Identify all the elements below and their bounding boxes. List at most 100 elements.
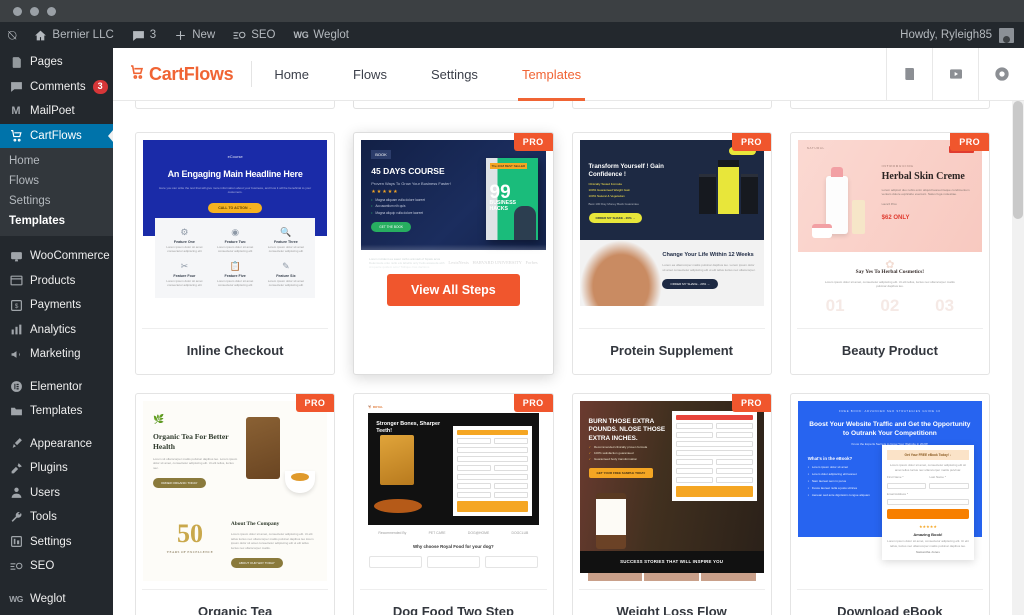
sidebar-item-users[interactable]: Users <box>0 481 113 506</box>
docs-book-icon[interactable] <box>886 48 932 101</box>
form-field-email <box>886 499 969 506</box>
sidebar-item-appearance[interactable]: Appearance <box>0 432 113 457</box>
preview-hero: ORDER NOW Transform Yourself ! Gain Conf… <box>579 140 764 240</box>
weglot-icon: WG <box>293 30 309 40</box>
preview-checkout-form <box>453 426 532 517</box>
window-minimize-dot[interactable] <box>30 6 39 16</box>
template-thumbnail: BURN THOSE EXTRA POUNDS. NLOSE THOSE EXT… <box>579 401 764 581</box>
preview-lower-cta: ORDER MY SHAKE - 20% → <box>662 279 719 290</box>
form-field <box>457 456 528 463</box>
comments-menu[interactable]: 3 <box>123 22 165 48</box>
support-lifesaver-icon[interactable] <box>978 48 1024 101</box>
sidebar-item-plugins[interactable]: Plugins <box>0 456 113 481</box>
sidebar-item-marketing[interactable]: Marketing <box>0 342 113 367</box>
cartflows-logo[interactable]: CartFlows <box>113 64 251 85</box>
form-step-1 <box>676 423 713 429</box>
preview-brands: Recommended By PET CARE DOG@HOME DOGCLUB <box>361 525 545 542</box>
preview-cta: GET YOUR FREE SAMPLE TODAY <box>588 468 654 479</box>
review-title: Amazing Book! <box>913 531 943 537</box>
sidebar-item-settings[interactable]: Settings <box>0 530 113 555</box>
cartflows-tabs: Home Flows Settings Templates <box>252 48 603 101</box>
payments-icon: $ <box>9 298 23 312</box>
sidebar-item-tools[interactable]: Tools <box>0 505 113 530</box>
preview-weight-loss: BURN THOSE EXTRA POUNDS. NLOSE THOSE EXT… <box>579 401 764 581</box>
form-field <box>457 447 528 454</box>
sidebar-item-mailpoet[interactable]: M MailPoet <box>0 99 113 124</box>
preview-headline: Organic Tea For Better Health <box>153 432 229 451</box>
product-jar <box>811 224 832 238</box>
sidebar-item-weglot[interactable]: WG Weglot <box>0 587 113 612</box>
howdy-menu[interactable]: Howdy, Ryleigh85 <box>900 27 1024 43</box>
template-card-45-days-course[interactable]: PRO BOOK 45 DAYS COURSE Proven Ways To G… <box>353 132 554 375</box>
sidebar-item-seo[interactable]: SEO <box>0 554 113 579</box>
sidebar-item-payments[interactable]: $ Payments <box>0 293 113 318</box>
template-card-inline-checkout[interactable]: eCourse An Engaging Main Headline Here H… <box>135 132 336 375</box>
sidebar-label-products: Products <box>30 274 76 287</box>
new-label: New <box>192 29 216 41</box>
tab-home[interactable]: Home <box>252 48 331 101</box>
preview-protein: ORDER NOW Transform Yourself ! Gain Conf… <box>579 140 764 320</box>
preview-headline-text: Transform Yourself ! Gain Confidence ! <box>588 163 664 179</box>
template-card-protein-supplement[interactable]: PRO ORDER NOW Transform Yourself ! Gain … <box>571 132 772 375</box>
appearance-icon <box>9 437 23 451</box>
preview-lower-section: ✿ Say Yes To Herbal Cosmetics! Lorem ips… <box>798 252 982 318</box>
sidebar-item-pages[interactable]: Pages <box>0 50 113 75</box>
sidebar-item-elementor[interactable]: Elementor <box>0 375 113 400</box>
template-card-beauty-product[interactable]: PRO NATURAL ORDER NOW <box>789 132 990 375</box>
brand-leaf-icon: 🌿 <box>153 414 165 424</box>
preview-inline-checkout: eCourse An Engaging Main Headline Here H… <box>143 140 328 320</box>
analytics-icon <box>9 323 23 337</box>
svg-text:$: $ <box>14 303 18 310</box>
submenu-item-templates[interactable]: Templates <box>0 211 113 231</box>
tab-templates[interactable]: Templates <box>500 48 603 101</box>
submenu-item-settings[interactable]: Settings <box>0 191 113 211</box>
form-step-1 <box>457 438 491 445</box>
product-jar <box>595 493 626 549</box>
sidebar-item-analytics[interactable]: Analytics <box>0 318 113 343</box>
sidebar-label-templates: Templates <box>30 405 83 418</box>
window-maximize-dot[interactable] <box>47 6 56 16</box>
product-bag <box>246 417 281 479</box>
step-number: 01 <box>825 295 845 315</box>
form-field <box>676 459 713 465</box>
submenu-item-home[interactable]: Home <box>0 151 113 171</box>
template-card-download-ebook[interactable]: FREE BOOK: ADVANCED SEO STRATEGIES GUIDE… <box>789 393 990 615</box>
new-content-menu[interactable]: New <box>165 22 224 48</box>
sidebar-item-comments[interactable]: Comments 3 <box>0 75 113 100</box>
sidebar-item-woocommerce[interactable]: WooCommerce <box>0 244 113 269</box>
tab-settings[interactable]: Settings <box>409 48 500 101</box>
comment-icon <box>132 30 144 41</box>
seo-icon <box>233 31 246 39</box>
form-field <box>676 468 713 474</box>
settings-icon <box>9 535 23 549</box>
template-card-organic-tea[interactable]: PRO 🌿 Organic Tea For Better Health Lore… <box>135 393 336 615</box>
form-header-bar <box>457 430 528 436</box>
preview-section-title: SUCCESS STORIES THAT WILL INSPIRE YOU <box>579 551 764 573</box>
sidebar-item-products[interactable]: Products <box>0 269 113 294</box>
ghost-card <box>353 101 554 109</box>
sidebar-item-cartflows[interactable]: CartFlows <box>0 123 113 148</box>
weglot-menu[interactable]: WG Weglot <box>285 22 359 48</box>
video-play-icon[interactable] <box>932 48 978 101</box>
sidebar-item-templates[interactable]: Templates <box>0 399 113 424</box>
wp-logo-menu[interactable]: ⍉ <box>0 22 25 48</box>
preview-features: ⚙ Feature One Lorem ipsum dolor sit amet c… <box>155 218 316 298</box>
site-name-menu[interactable]: Bernier LLC <box>25 22 122 48</box>
template-card-dog-food[interactable]: PRO 🐕 ROYAL FREE SHIPPING Stronger Bones… <box>353 393 554 615</box>
submenu-item-flows[interactable]: Flows <box>0 171 113 191</box>
view-all-steps-button[interactable]: View All Steps <box>386 274 520 306</box>
page-scrollbar[interactable] <box>1012 101 1024 615</box>
wp-admin-bar: ⍉ Bernier LLC 3 New SEO WG Weglot Howdy,… <box>0 22 1024 48</box>
pages-icon <box>9 55 23 69</box>
pro-badge: PRO <box>513 394 553 412</box>
ghost-card <box>789 101 990 109</box>
tab-flows[interactable]: Flows <box>331 48 409 101</box>
window-close-dot[interactable] <box>13 6 22 16</box>
product-teacup <box>285 471 316 493</box>
scrollbar-thumb[interactable] <box>1013 101 1023 219</box>
seo-menu[interactable]: SEO <box>224 22 284 48</box>
template-card-weight-loss[interactable]: PRO BURN THOSE EXTRA POUNDS. NLOSE THOSE… <box>571 393 772 615</box>
pencil-icon: ✎ <box>282 260 290 271</box>
form-step-2 <box>715 423 753 429</box>
cartflows-nav-actions <box>886 48 1024 101</box>
